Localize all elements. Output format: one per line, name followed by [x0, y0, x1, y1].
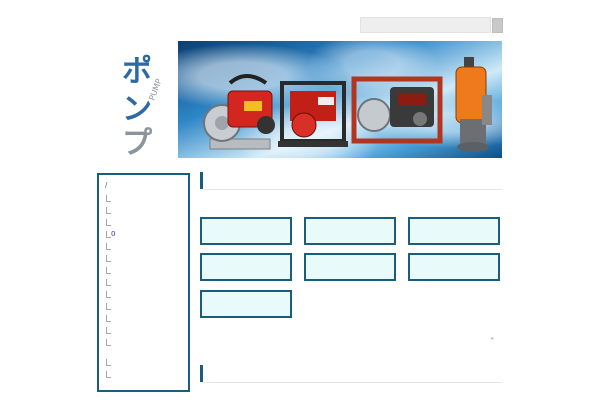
- generator-image: [278, 81, 348, 147]
- tree-branch: [106, 359, 111, 366]
- search-button[interactable]: [492, 18, 503, 33]
- category-tile[interactable]: [200, 217, 292, 245]
- section-header-bottom: [200, 365, 502, 383]
- category-tile[interactable]: [200, 290, 292, 318]
- stray-quote-mark: ": [491, 337, 494, 344]
- tree-branch: [106, 327, 111, 334]
- tree-branch: [106, 195, 111, 202]
- category-tile[interactable]: [304, 253, 396, 281]
- search-input[interactable]: [360, 17, 491, 33]
- tree-branch: [106, 279, 111, 286]
- category-tile[interactable]: [408, 253, 500, 281]
- section-header-rule: [203, 382, 502, 383]
- hero-banner: ポ ン プ PUMP: [98, 41, 502, 158]
- section-header-top: [200, 172, 502, 190]
- tree-branch: [106, 207, 111, 214]
- tree-branch: [106, 255, 111, 262]
- tree-branch: [106, 371, 111, 378]
- tree-branch: [106, 291, 111, 298]
- tree-branch: [106, 303, 111, 310]
- pump-logo: ポ ン プ PUMP: [122, 54, 164, 155]
- tree-branch: [106, 243, 111, 250]
- category-tile[interactable]: [200, 253, 292, 281]
- tree-branch: [106, 219, 111, 226]
- engine-pump-image: [203, 74, 275, 150]
- section-header-rule: [203, 189, 502, 190]
- tree-branch: [106, 339, 111, 346]
- category-tile[interactable]: [304, 217, 396, 245]
- section-header-accent-bar: [200, 365, 203, 382]
- logo-text-pu: プ: [122, 126, 153, 155]
- submersible-pump-image: [455, 57, 492, 152]
- logo-text-po: ポ: [122, 54, 152, 89]
- framed-pump-image: [351, 76, 443, 144]
- category-tile[interactable]: [408, 217, 500, 245]
- tree-root-slash: /: [105, 181, 108, 189]
- tree-current-marker: 0: [111, 230, 116, 238]
- tree-branch: [106, 315, 111, 322]
- tree-branch: [106, 267, 111, 274]
- sidebar-category-tree: / 0: [97, 173, 190, 392]
- header-search: [360, 17, 503, 33]
- section-header-accent-bar: [200, 172, 203, 189]
